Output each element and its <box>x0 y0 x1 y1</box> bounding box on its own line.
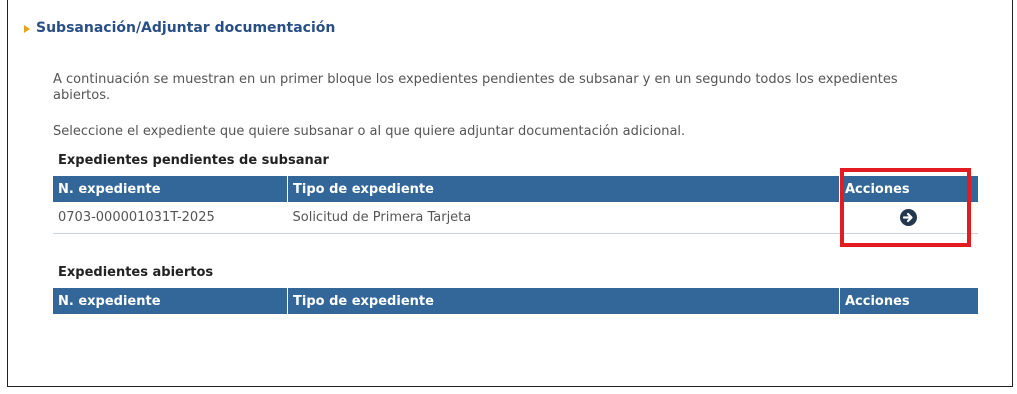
intro-text: A continuación se muestran en un primer … <box>53 72 898 103</box>
open-table-header: N. expediente Tipo de expediente Accione… <box>53 288 978 314</box>
open-section-title: Expedientes abiertos <box>58 265 214 280</box>
highlight-box <box>840 168 971 247</box>
column-header-number[interactable]: N. expediente <box>53 176 288 202</box>
column-header-type[interactable]: Tipo de expediente <box>287 176 840 202</box>
open-table: N. expediente Tipo de expediente Accione… <box>53 288 978 314</box>
column-header-actions: Acciones <box>839 288 978 314</box>
expediente-type: Solicitud de Primera Tarjeta <box>287 202 840 234</box>
instruction-text: Seleccione el expediente que quiere subs… <box>53 124 686 139</box>
pending-section-title: Expedientes pendientes de subsanar <box>58 153 329 168</box>
column-header-type[interactable]: Tipo de expediente <box>287 288 840 314</box>
expediente-number: 0703-000001031T-2025 <box>53 202 288 234</box>
page-heading: Subsanación/Adjuntar documentación <box>24 20 335 36</box>
page-title: Subsanación/Adjuntar documentación <box>36 20 336 36</box>
bullet-arrow-icon <box>24 25 30 33</box>
column-header-number[interactable]: N. expediente <box>53 288 288 314</box>
